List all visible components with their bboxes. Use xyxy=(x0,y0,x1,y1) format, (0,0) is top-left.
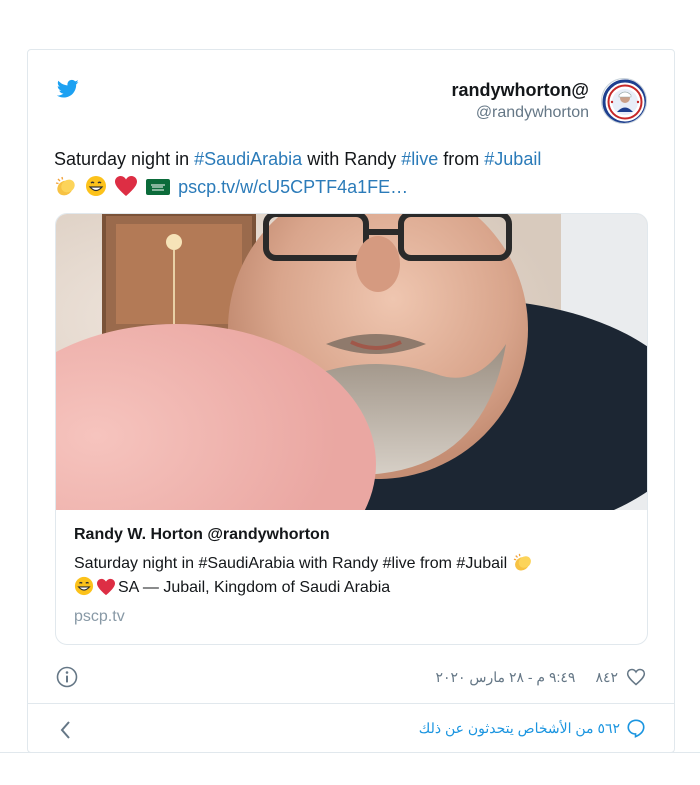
card-author: Randy W. Horton @randywhorton xyxy=(74,526,330,543)
preview-image[interactable] xyxy=(56,214,647,510)
hashtag-link[interactable]: #SaudiArabia xyxy=(194,149,302,169)
tweet-text-segment: with Randy xyxy=(302,149,402,169)
grinning-face-emoji-icon xyxy=(74,576,94,596)
link-preview-card[interactable]: Randy W. Horton @randywhorton Saturday n… xyxy=(55,213,648,645)
page-bottom-rule xyxy=(0,752,700,753)
tweet-text: Saturday night in #SaudiArabia with Rand… xyxy=(54,145,654,201)
tweet-text-segment: Saturday night in xyxy=(54,149,195,169)
card-description-text: Saturday night in #SaudiArabia with Rand… xyxy=(74,555,512,572)
divider xyxy=(28,703,674,704)
video-thumbnail-icon xyxy=(56,214,647,510)
twitter-bird-icon[interactable] xyxy=(57,79,79,99)
clapping-hands-emoji-icon xyxy=(513,553,531,571)
card-info: Randy W. Horton @randywhorton Saturday n… xyxy=(74,524,634,628)
embedded-tweet: randywhorton@ @randywhorton Saturday nig… xyxy=(27,49,675,753)
heart-icon[interactable] xyxy=(626,667,646,687)
tweet-text-segment: from xyxy=(438,149,485,169)
avatar[interactable] xyxy=(601,78,647,124)
card-domain: pscp.tv xyxy=(74,608,125,625)
clapping-hands-emoji-icon xyxy=(55,176,75,196)
tweet-timestamp[interactable]: ٩:٤٩ م - ٢٨ مارس ٢٠٢٠ xyxy=(435,669,575,686)
conversation-count-text[interactable]: ٥٦٢ من الأشخاص يتحدثون عن ذلك xyxy=(419,720,620,737)
author-display-name[interactable]: randywhorton@ xyxy=(451,79,589,101)
card-description: Saturday night in #SaudiArabia with Rand… xyxy=(74,552,634,600)
tweet-meta: ٩:٤٩ م - ٢٨ مارس ٢٠٢٠ ٨٤٢ xyxy=(435,666,646,688)
hashtag-link[interactable]: #Jubail xyxy=(484,149,541,169)
grinning-face-emoji-icon xyxy=(86,176,107,196)
avatar-badge-icon xyxy=(602,79,646,123)
info-icon[interactable] xyxy=(56,666,78,688)
red-heart-emoji-icon xyxy=(97,578,115,596)
hashtag-link[interactable]: #live xyxy=(401,149,438,169)
tweet-link[interactable]: pscp.tv/w/cU5CPTF4a1FE… xyxy=(178,177,408,197)
saudi-flag-emoji-icon xyxy=(146,179,171,195)
card-description-location: SA — Jubail, Kingdom of Saudi Arabia xyxy=(118,579,391,596)
red-heart-emoji-icon xyxy=(115,176,138,196)
chevron-left-icon[interactable] xyxy=(58,719,72,741)
author-handle[interactable]: @randywhorton xyxy=(451,103,589,123)
like-count[interactable]: ٨٤٢ xyxy=(595,669,618,686)
speech-bubble-icon[interactable] xyxy=(626,718,646,738)
tweet-author[interactable]: randywhorton@ @randywhorton xyxy=(451,79,589,123)
conversation-link[interactable]: ٥٦٢ من الأشخاص يتحدثون عن ذلك xyxy=(419,718,646,738)
